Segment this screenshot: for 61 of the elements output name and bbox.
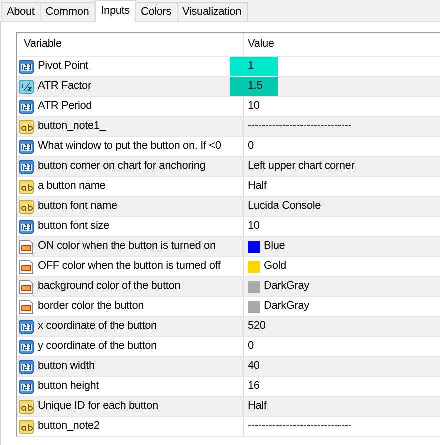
integer-icon (19, 378, 35, 394)
variable-name: background color of the button (38, 279, 181, 294)
column-header[interactable]: Value (244, 33, 440, 56)
variable-name: button width (38, 359, 95, 374)
variable-name: Unique ID for each button (38, 399, 158, 414)
integer-icon (19, 318, 35, 334)
variable-value[interactable]: 16 (248, 378, 260, 395)
variable-value[interactable]: Left upper chart corner (248, 158, 355, 175)
text-icon (19, 178, 35, 194)
variable-value[interactable]: Blue (264, 238, 286, 255)
variable-name: button height (38, 379, 100, 394)
variable-name: y coordinate of the button (38, 339, 157, 354)
variable-value[interactable]: Half (248, 178, 267, 195)
integer-icon (19, 358, 35, 374)
text-icon (19, 198, 35, 214)
fraction-icon (19, 78, 35, 94)
variable-name: OFF color when the button is turned off (38, 259, 221, 274)
variable-value[interactable]: ------------------------------ (248, 418, 352, 435)
variable-value[interactable]: DarkGray (264, 298, 310, 315)
variable-name: a button name (38, 179, 106, 194)
text-icon (19, 398, 35, 414)
tab[interactable]: Visualization (176, 2, 248, 21)
text-icon (19, 418, 35, 434)
variable-value[interactable]: 520 (248, 318, 266, 335)
variable-name: button font size (38, 219, 110, 234)
variable-value[interactable]: Lucida Console (248, 198, 322, 215)
variable-name: button font name (38, 199, 118, 214)
variable-name: border color the button (38, 299, 144, 314)
tab[interactable]: Inputs (95, 0, 136, 22)
variable-name: ON color when the button is turned on (38, 239, 216, 254)
variable-value[interactable]: 40 (248, 358, 260, 375)
integer-icon (19, 98, 35, 114)
variable-value[interactable]: 1 (248, 58, 254, 75)
integer-icon (19, 338, 35, 354)
variable-name: Pivot Point (38, 59, 88, 74)
variable-value[interactable]: 0 (248, 138, 254, 155)
column-header[interactable]: Variable (17, 33, 244, 56)
variable-name: What window to put the button on. If <0 (38, 139, 222, 154)
variable-name: button_note2 (38, 419, 100, 434)
variable-value[interactable]: 10 (248, 218, 260, 235)
variable-name: button_note1_ (38, 119, 106, 134)
palette-icon (19, 278, 35, 294)
variable-name: ATR Factor (38, 79, 92, 94)
integer-icon (19, 58, 35, 74)
palette-icon (19, 238, 35, 254)
variable-value[interactable]: 0 (248, 338, 254, 355)
variable-value[interactable]: Half (248, 398, 267, 415)
integer-icon (19, 138, 35, 154)
variable-value[interactable]: 10 (248, 98, 260, 115)
text-icon (19, 118, 35, 134)
variable-name: button corner on chart for anchoring (38, 159, 206, 174)
variable-value[interactable]: 1.5 (248, 78, 263, 95)
tab[interactable]: About (1, 2, 41, 21)
variable-name: x coordinate of the button (38, 319, 157, 334)
variable-value[interactable]: Gold (264, 258, 286, 275)
tab[interactable]: Common (40, 2, 96, 21)
integer-icon (19, 158, 35, 174)
variable-value[interactable]: DarkGray (264, 278, 310, 295)
variable-name: ATR Period (38, 99, 92, 114)
variable-value[interactable]: ------------------------------ (248, 118, 352, 135)
integer-icon (19, 218, 35, 234)
